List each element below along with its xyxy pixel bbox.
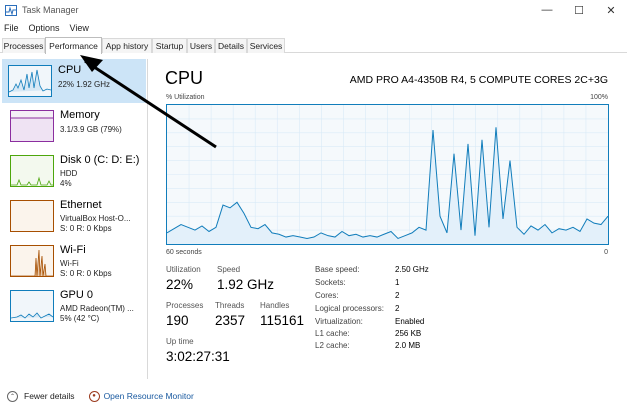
sidebar-item-title: CPU	[58, 64, 82, 76]
wifi-thumbnail-graph	[10, 245, 54, 277]
sidebar-item-detail: 22% 1.92 GHz	[58, 80, 111, 89]
title-bar: Task Manager — ☐ ✕	[0, 0, 627, 20]
sidebar-item-title: Ethernet	[60, 199, 102, 211]
spec-value: 256 KB	[395, 329, 422, 338]
sidebar-item-cpu[interactable]: CPU 22% 1.92 GHz	[2, 59, 146, 103]
handles-label: Handles	[260, 301, 290, 310]
tab-startup[interactable]: Startup	[152, 38, 187, 53]
cpu-detail-panel: CPU AMD PRO A4-4350B R4, 5 COMPUTE CORES…	[150, 59, 627, 379]
spec-value: 2.50 GHz	[395, 265, 429, 274]
ethernet-thumbnail-graph	[10, 200, 54, 232]
uptime-value: 3:02:27:31	[166, 349, 230, 364]
sidebar-item-ethernet[interactable]: Ethernet VirtualBox Host-O... S: 0 R: 0 …	[4, 194, 144, 238]
tab-bar: Processes Performance App history Startu…	[0, 37, 627, 54]
disk-thumbnail-graph	[10, 155, 54, 187]
speed-value: 1.92 GHz	[217, 277, 275, 292]
cpu-thumbnail-graph	[8, 65, 52, 97]
gpu-thumbnail-graph	[10, 290, 54, 322]
spec-value: Enabled	[395, 317, 425, 326]
sidebar-item-detail: VirtualBox Host-O...	[60, 214, 131, 223]
utilization-label: Utilization	[166, 265, 201, 274]
page-title: CPU	[165, 68, 204, 88]
open-resource-monitor-link[interactable]: Open Resource Monitor	[104, 391, 194, 401]
sidebar-item-detail: 3.1/3.9 GB (79%)	[60, 125, 122, 134]
tab-processes[interactable]: Processes	[2, 38, 45, 53]
utilization-value: 22%	[166, 277, 194, 292]
spec-value: 2	[395, 291, 400, 300]
spec-label: Virtualization:	[315, 317, 363, 326]
spec-label: Base speed:	[315, 265, 360, 274]
chevron-up-icon[interactable]: ⌃	[7, 390, 18, 402]
close-icon[interactable]: ✕	[595, 0, 627, 20]
sidebar-item-detail: 4%	[60, 179, 72, 188]
fewer-details-link[interactable]: Fewer details	[24, 391, 75, 401]
graph-label: % Utilization	[166, 94, 205, 101]
memory-thumbnail-graph	[10, 110, 54, 142]
footer-bar: ⌃ Fewer details ● Open Resource Monitor	[0, 386, 627, 406]
graph-max-label: 100%	[590, 94, 608, 101]
minimize-icon[interactable]: —	[531, 0, 563, 20]
sidebar-item-title: Disk 0 (C: D: E:)	[60, 154, 140, 166]
sidebar-item-wifi[interactable]: Wi-Fi Wi-Fi S: 0 R: 0 Kbps	[4, 239, 144, 283]
graph-min-label: 0	[604, 249, 608, 256]
tab-details[interactable]: Details	[215, 38, 247, 53]
cpu-utilization-graph	[166, 104, 609, 245]
spec-value: 2	[395, 304, 400, 313]
resource-monitor-icon[interactable]: ●	[88, 390, 100, 402]
speed-label: Speed	[217, 265, 241, 274]
maximize-icon[interactable]: ☐	[563, 0, 595, 20]
sidebar-item-detail: AMD Radeon(TM) ...	[60, 304, 134, 313]
tab-users[interactable]: Users	[187, 38, 215, 53]
sidebar-item-title: GPU 0	[60, 289, 94, 301]
handles-value: 115161	[260, 313, 305, 328]
sidebar-item-detail: S: 0 R: 0 Kbps	[60, 269, 112, 278]
tab-app-history[interactable]: App history	[102, 38, 152, 53]
processes-label: Processes	[166, 301, 204, 310]
sidebar-item-disk[interactable]: Disk 0 (C: D: E:) HDD 4%	[4, 149, 144, 193]
cpu-model-name: AMD PRO A4-4350B R4, 5 COMPUTE CORES 2C+…	[349, 74, 608, 86]
menu-options[interactable]: Options	[29, 23, 60, 33]
processes-value: 190	[166, 313, 189, 328]
graph-time-label: 60 seconds	[166, 249, 202, 256]
spec-label: Logical processors:	[315, 304, 384, 313]
menu-file[interactable]: File	[4, 23, 19, 33]
spec-label: L1 cache:	[315, 329, 350, 338]
spec-value: 2.0 MB	[395, 341, 421, 350]
threads-value: 2357	[215, 313, 246, 328]
sidebar-item-memory[interactable]: Memory 3.1/3.9 GB (79%)	[4, 104, 144, 148]
threads-label: Threads	[215, 301, 245, 310]
sidebar-item-detail: HDD	[60, 169, 78, 178]
sidebar-item-title: Wi-Fi	[60, 244, 86, 256]
menu-view[interactable]: View	[70, 23, 89, 33]
tab-services[interactable]: Services	[247, 38, 285, 53]
spec-value: 1	[395, 278, 400, 287]
spec-label: L2 cache:	[315, 341, 350, 350]
task-manager-icon	[5, 4, 17, 16]
resource-sidebar: CPU 22% 1.92 GHz Memory 3.1/3.9 GB (79%)…	[0, 59, 148, 379]
sidebar-item-detail: S: 0 R: 0 Kbps	[60, 224, 112, 233]
uptime-label: Up time	[166, 337, 194, 346]
sidebar-item-title: Memory	[60, 109, 100, 121]
tab-performance[interactable]: Performance	[45, 37, 102, 54]
spec-label: Sockets:	[315, 278, 346, 287]
window-title: Task Manager	[22, 5, 79, 15]
sidebar-item-detail: Wi-Fi	[60, 259, 79, 268]
spec-label: Cores:	[315, 291, 339, 300]
sidebar-item-gpu[interactable]: GPU 0 AMD Radeon(TM) ... 5% (42 °C)	[4, 284, 144, 328]
sidebar-item-detail: 5% (42 °C)	[60, 314, 100, 323]
menu-bar: File Options View	[0, 20, 627, 36]
